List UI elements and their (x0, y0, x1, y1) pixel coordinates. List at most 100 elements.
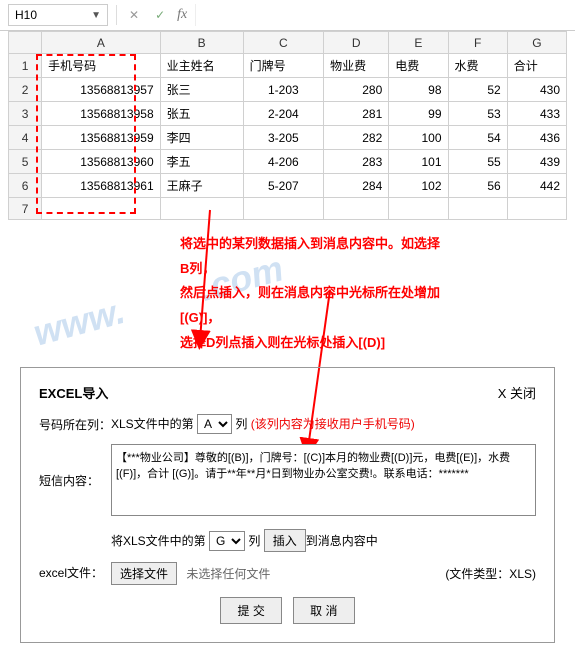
table-row: 313568813958张五2-2042819953433 (9, 102, 567, 126)
cell-reference: H10 (15, 8, 37, 22)
cell[interactable]: 55 (448, 150, 507, 174)
row-header[interactable]: 7 (9, 198, 42, 220)
formula-toolbar: H10 ▼ ✕ ✓ fx (0, 0, 575, 31)
phone-col-label: 号码所在列： (39, 414, 111, 433)
col-header[interactable]: A (42, 32, 160, 54)
cell[interactable]: 门牌号 (243, 54, 324, 78)
sms-content-textarea[interactable] (111, 444, 536, 516)
cell[interactable]: 280 (324, 78, 389, 102)
cell[interactable]: 物业费 (324, 54, 389, 78)
dropdown-icon[interactable]: ▼ (91, 10, 101, 21)
formula-bar[interactable] (195, 4, 567, 26)
cell[interactable]: 业主姓名 (160, 54, 243, 78)
cell[interactable]: 水费 (448, 54, 507, 78)
cell[interactable]: 442 (507, 174, 566, 198)
accept-icon[interactable]: ✓ (151, 8, 169, 22)
file-type-text: (文件类型：XLS) (445, 565, 536, 582)
cell[interactable]: 282 (324, 126, 389, 150)
insert-column-select[interactable]: G (209, 531, 245, 551)
grid[interactable]: A B C D E F G 1 手机号码 业主姓名 门牌号 物业费 电费 水费 … (8, 31, 567, 220)
row-header[interactable]: 2 (9, 78, 42, 102)
cell[interactable] (42, 198, 160, 220)
row-header[interactable]: 3 (9, 102, 42, 126)
cell[interactable]: 100 (389, 126, 448, 150)
cell[interactable] (507, 198, 566, 220)
cell[interactable]: 433 (507, 102, 566, 126)
cancel-icon[interactable]: ✕ (125, 8, 143, 22)
sms-label: 短信内容： (39, 444, 111, 489)
col-header[interactable]: E (389, 32, 448, 54)
row-header[interactable]: 1 (9, 54, 42, 78)
cell[interactable]: 13568813957 (42, 78, 160, 102)
table-row: 1 手机号码 业主姓名 门牌号 物业费 电费 水费 合计 (9, 54, 567, 78)
cell[interactable]: 王麻子 (160, 174, 243, 198)
table-row: 513568813960李五4-20628310155439 (9, 150, 567, 174)
cell[interactable]: 430 (507, 78, 566, 102)
cell[interactable]: 13568813961 (42, 174, 160, 198)
instruction-text: 将选中的某列数据插入到消息内容中。如选择B列， 然后点插入，则在消息内容中光标所… (0, 220, 575, 367)
phone-col-note: (该列内容为接收用户手机号码) (251, 417, 415, 431)
spreadsheet-area: A B C D E F G 1 手机号码 业主姓名 门牌号 物业费 电费 水费 … (0, 31, 575, 220)
cell[interactable]: 李五 (160, 150, 243, 174)
cell[interactable]: 439 (507, 150, 566, 174)
cell[interactable]: 13568813959 (42, 126, 160, 150)
col-header[interactable]: B (160, 32, 243, 54)
table-row: 613568813961王麻子5-20728410256442 (9, 174, 567, 198)
table-row: 7 (9, 198, 567, 220)
col-header[interactable]: G (507, 32, 566, 54)
cell[interactable]: 283 (324, 150, 389, 174)
col-header[interactable]: C (243, 32, 324, 54)
cell[interactable]: 98 (389, 78, 448, 102)
col-header[interactable]: D (324, 32, 389, 54)
cell[interactable]: 合计 (507, 54, 566, 78)
fx-icon[interactable]: fx (177, 7, 187, 23)
col-header[interactable]: F (448, 32, 507, 54)
corner-cell[interactable] (9, 32, 42, 54)
cancel-button[interactable]: 取 消 (293, 597, 354, 624)
separator (116, 5, 117, 25)
no-file-text: 未选择任何文件 (186, 567, 270, 581)
cell[interactable]: 3-205 (243, 126, 324, 150)
insert-button[interactable]: 插入 (264, 529, 306, 552)
cell[interactable]: 56 (448, 174, 507, 198)
cell[interactable]: 52 (448, 78, 507, 102)
cell[interactable]: 284 (324, 174, 389, 198)
cell[interactable]: 101 (389, 150, 448, 174)
row-header[interactable]: 4 (9, 126, 42, 150)
table-row: 413568813959李四3-20528210054436 (9, 126, 567, 150)
cell[interactable]: 手机号码 (42, 54, 160, 78)
close-button[interactable]: X 关闭 (498, 383, 536, 402)
cell[interactable]: 1-203 (243, 78, 324, 102)
cell[interactable]: 99 (389, 102, 448, 126)
dialog-title: EXCEL导入 (39, 383, 108, 402)
cell[interactable]: 李四 (160, 126, 243, 150)
cell[interactable]: 4-206 (243, 150, 324, 174)
cell[interactable]: 电费 (389, 54, 448, 78)
cell[interactable]: 5-207 (243, 174, 324, 198)
choose-file-button[interactable]: 选择文件 (111, 562, 177, 585)
phone-column-select[interactable]: A (197, 414, 232, 434)
cell[interactable]: 436 (507, 126, 566, 150)
cell[interactable] (243, 198, 324, 220)
cell[interactable]: 54 (448, 126, 507, 150)
excel-import-dialog: EXCEL导入 X 关闭 号码所在列： XLS文件中的第 A 列 (该列内容为接… (20, 367, 555, 643)
cell[interactable]: 2-204 (243, 102, 324, 126)
cell[interactable] (324, 198, 389, 220)
cell[interactable]: 102 (389, 174, 448, 198)
cell[interactable]: 53 (448, 102, 507, 126)
file-label: excel文件： (39, 562, 111, 581)
cell[interactable]: 张五 (160, 102, 243, 126)
cell[interactable]: 张三 (160, 78, 243, 102)
row-header[interactable]: 5 (9, 150, 42, 174)
cell[interactable]: 281 (324, 102, 389, 126)
column-header-row: A B C D E F G (9, 32, 567, 54)
cell[interactable]: 13568813958 (42, 102, 160, 126)
name-box[interactable]: H10 ▼ (8, 4, 108, 26)
submit-button[interactable]: 提 交 (220, 597, 281, 624)
cell[interactable] (448, 198, 507, 220)
row-header[interactable]: 6 (9, 174, 42, 198)
cell[interactable] (160, 198, 243, 220)
cell[interactable]: 13568813960 (42, 150, 160, 174)
cell[interactable] (389, 198, 448, 220)
table-row: 213568813957张三1-2032809852430 (9, 78, 567, 102)
